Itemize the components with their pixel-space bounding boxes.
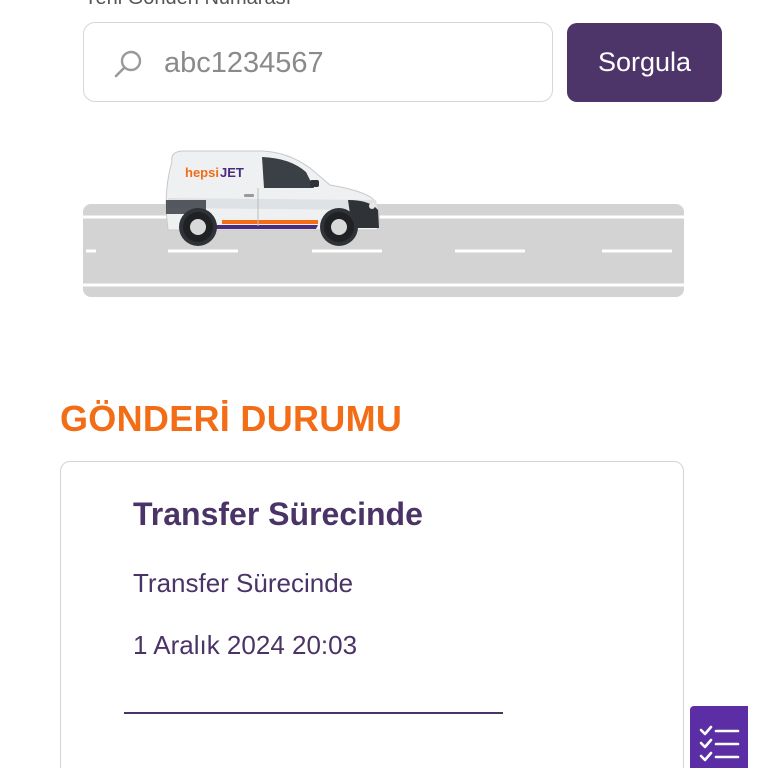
tracking-number-input[interactable] [164, 41, 534, 85]
tracking-page: Yeni Gönderi Numarası Sorgula [0, 0, 768, 768]
status-card: Transfer Sürecinde Transfer Sürecinde 1 … [60, 461, 684, 768]
road-illustration: hepsi JET [83, 150, 684, 297]
tracking-number-label: Yeni Gönderi Numarası [84, 0, 291, 10]
shipment-status-title: GÖNDERİ DURUMU [60, 398, 403, 439]
checklist-button[interactable] [690, 706, 748, 768]
status-divider [124, 712, 503, 714]
van-logo-prefix: hepsi [185, 165, 219, 180]
status-description: Transfer Sürecinde [133, 568, 354, 598]
status-date: 1 Aralık 2024 20:03 [133, 630, 358, 660]
search-icon [114, 50, 142, 78]
status-heading: Transfer Sürecinde [133, 496, 423, 532]
checklist-icon [699, 725, 740, 762]
query-button[interactable]: Sorgula [567, 23, 722, 102]
search-box[interactable] [83, 22, 553, 102]
van-logo-suffix: JET [220, 165, 244, 180]
